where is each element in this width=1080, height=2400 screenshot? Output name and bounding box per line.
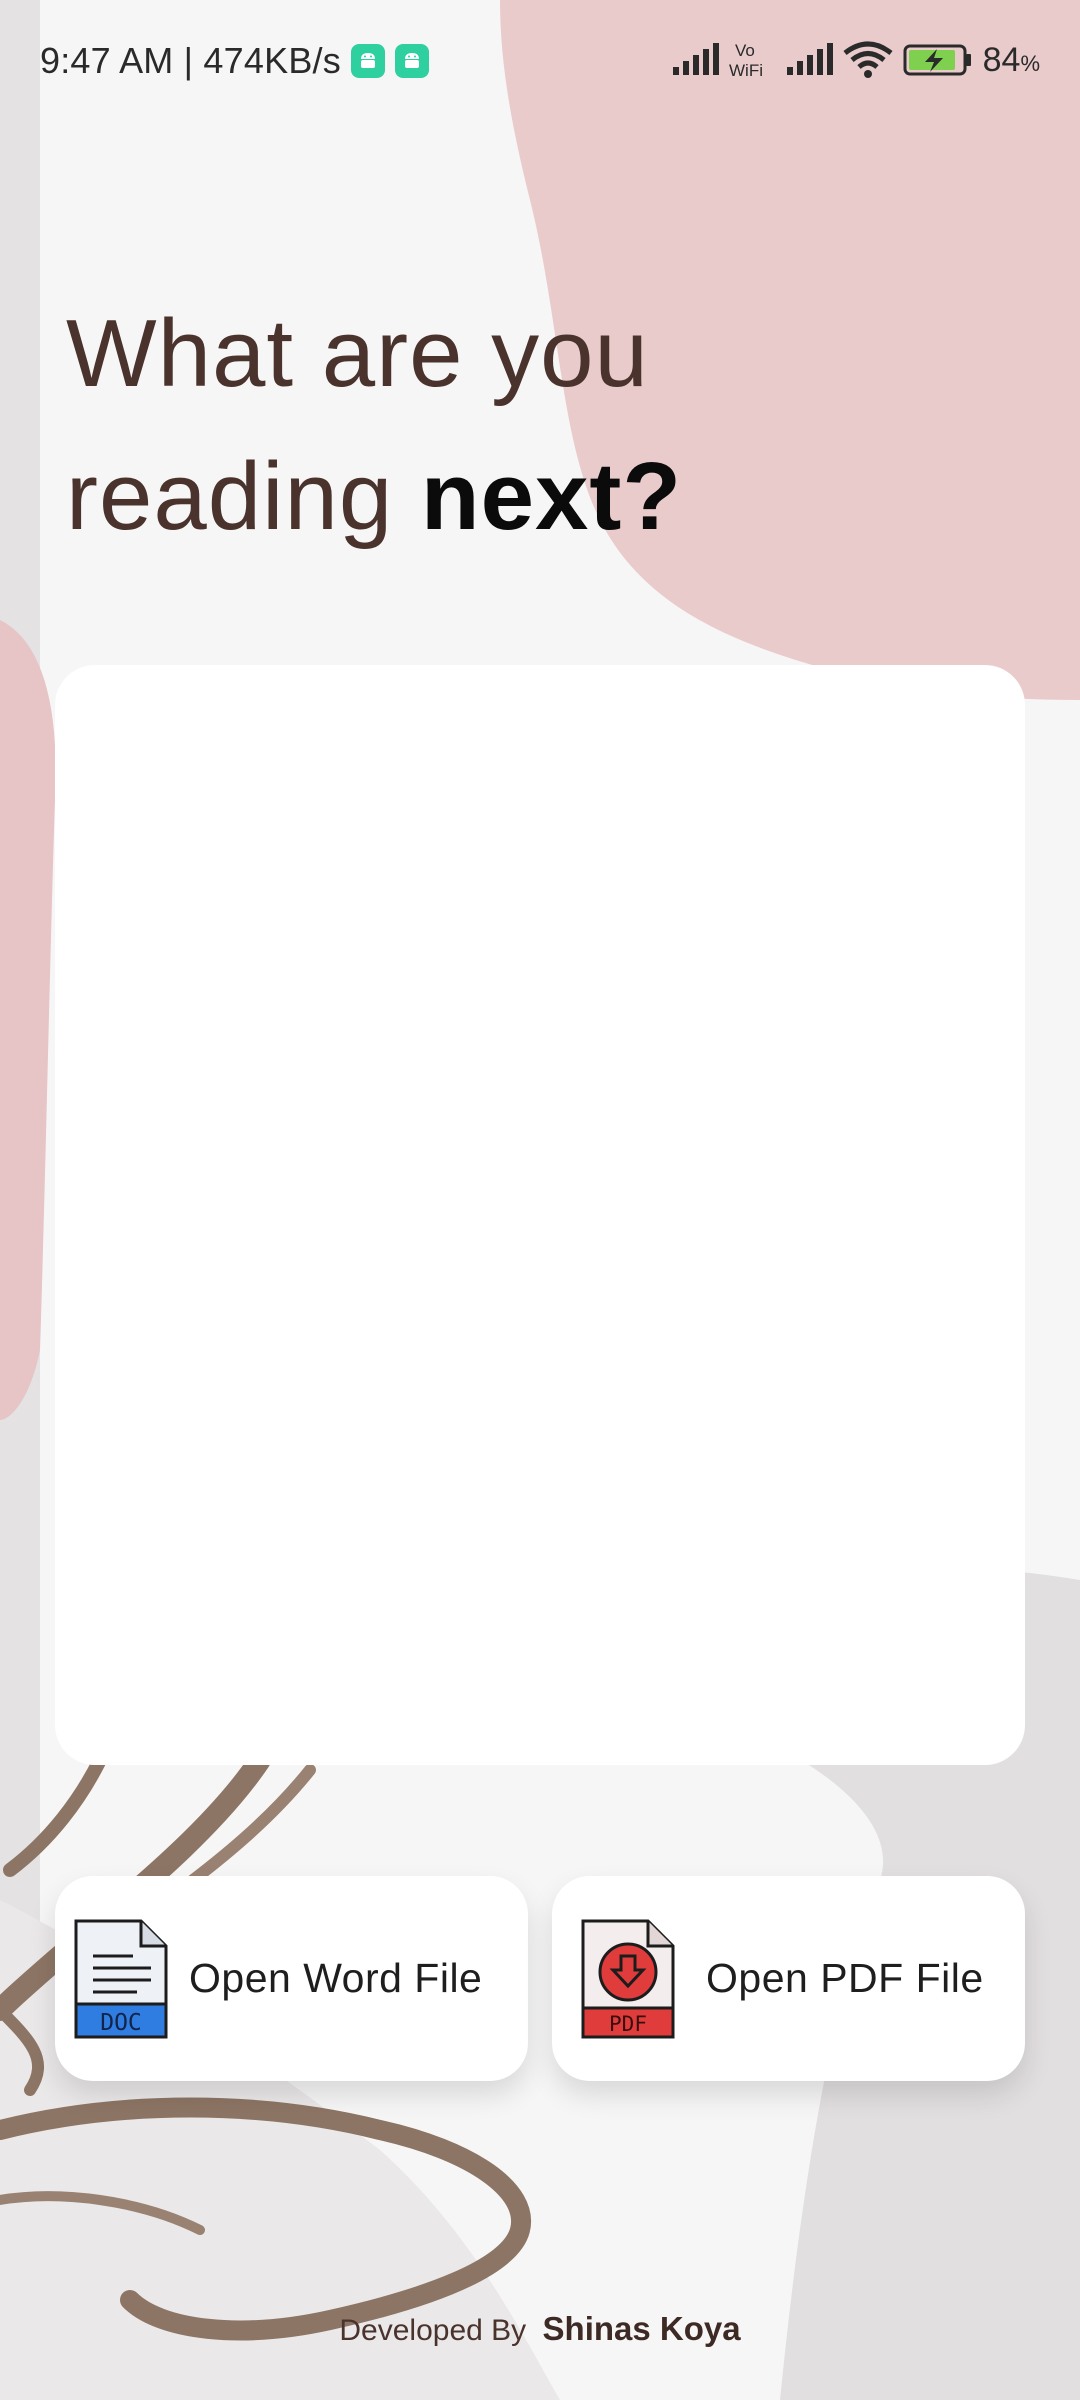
android-notification-icon xyxy=(394,44,429,78)
battery-charging-icon xyxy=(903,44,971,76)
vowifi-label-top: Vo xyxy=(735,41,755,60)
pdf-file-icon: PDF xyxy=(581,1919,675,2038)
android-notification-icon xyxy=(350,44,385,78)
page-headline: What are you reading next? xyxy=(66,282,682,568)
vowifi-label-bottom: WiFi xyxy=(729,61,763,80)
status-bar: 9:47 AM | 474KB/s Vo WiFi 84% xyxy=(0,0,1080,130)
battery-percent-unit: % xyxy=(1020,50,1040,76)
wifi-icon xyxy=(843,41,893,78)
vowifi-icon: Vo WiFi xyxy=(729,41,763,80)
battery-percentage: 84% xyxy=(983,41,1040,80)
status-time-speed: 9:47 AM | 474KB/s xyxy=(40,40,341,81)
headline-line-2: reading next? xyxy=(66,425,682,568)
signal-icon xyxy=(672,43,719,75)
footer-credit: Developed By Shinas Koya xyxy=(0,2310,1080,2348)
headline-regular: reading xyxy=(66,443,421,550)
open-pdf-file-label: Open PDF File xyxy=(706,1955,984,2001)
pdf-icon-label: PDF xyxy=(609,2012,647,2036)
preview-card xyxy=(55,665,1025,1765)
doc-icon-label: DOC xyxy=(100,2010,142,2036)
signal-icon xyxy=(786,43,833,75)
status-right: Vo WiFi 84% xyxy=(671,40,1040,80)
headline-bold: next? xyxy=(420,443,682,550)
doc-file-icon: DOC xyxy=(74,1919,168,2038)
headline-line-1: What are you xyxy=(66,300,649,407)
status-left: 9:47 AM | 474KB/s xyxy=(40,40,429,82)
open-word-file-label: Open Word File xyxy=(189,1955,483,2001)
open-word-file-button[interactable]: DOC Open Word File xyxy=(55,1876,528,2081)
battery-percent-value: 84 xyxy=(982,40,1021,79)
open-pdf-file-button[interactable]: PDF Open PDF File xyxy=(552,1876,1025,2081)
footer-author: Shinas Koya xyxy=(542,2310,741,2347)
footer-prefix: Developed By xyxy=(339,2314,527,2347)
